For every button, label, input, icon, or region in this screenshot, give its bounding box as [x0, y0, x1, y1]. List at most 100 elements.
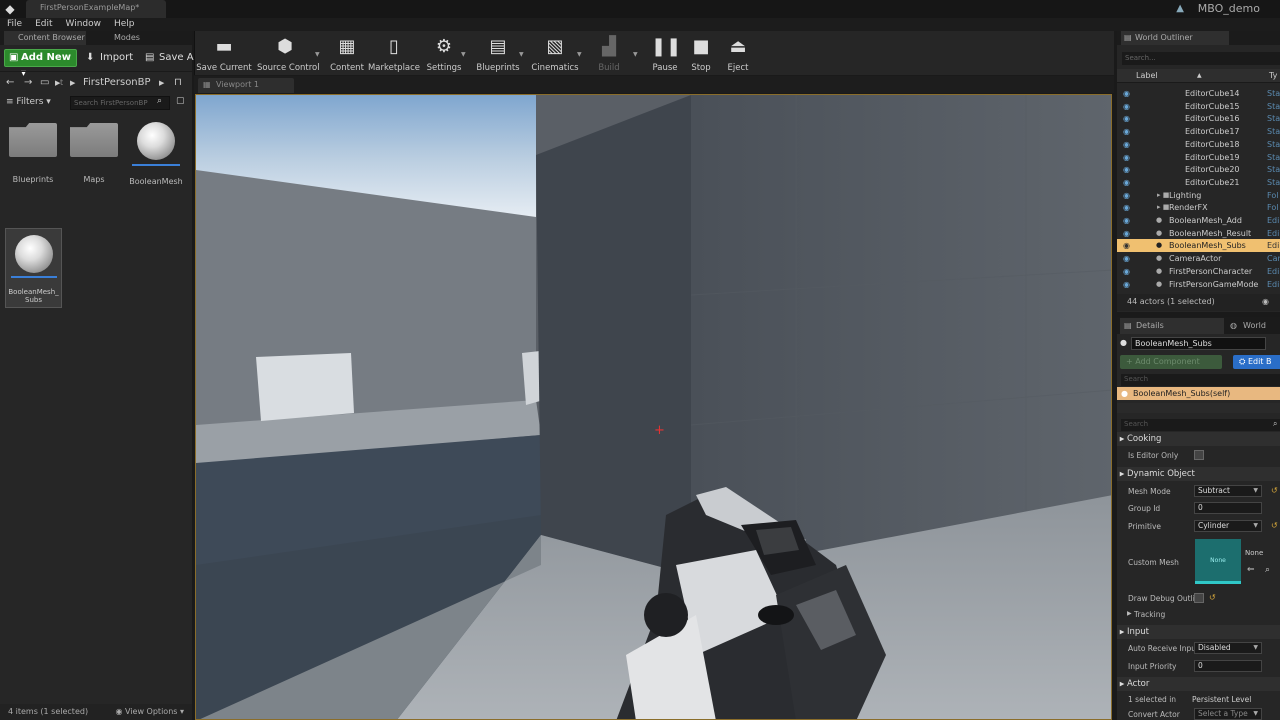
- asset-booleanmesh-subs[interactable]: BooleanMesh_Subs: [5, 228, 62, 308]
- outliner-row[interactable]: ◉ ● BooleanMesh_Add Edi: [1117, 214, 1280, 227]
- settings-dropdown-icon[interactable]: ▼: [461, 51, 466, 58]
- outliner-row[interactable]: ◉ EditorCube16 Sta: [1117, 112, 1280, 125]
- component-tree-row[interactable]: [1117, 403, 1280, 413]
- visibility-eye-icon[interactable]: ◉: [1123, 176, 1130, 189]
- eject-button[interactable]: ⏏ Eject: [710, 35, 766, 73]
- lock-icon[interactable]: ⊓: [174, 77, 182, 88]
- import-button[interactable]: ⬇ Import: [86, 49, 133, 67]
- tab-world-settings[interactable]: ◍ World Setti: [1227, 318, 1280, 346]
- visibility-eye-icon[interactable]: ◉: [1123, 125, 1130, 138]
- input-priority-input[interactable]: 0: [1194, 660, 1262, 672]
- menu-edit[interactable]: Edit: [28, 18, 58, 31]
- build-button[interactable]: ▟ Build: [581, 35, 637, 73]
- tab-content-browser[interactable]: Content Browser: [4, 31, 86, 45]
- outliner-row[interactable]: ◉ ▸ ■ RenderFX Fol: [1117, 201, 1280, 214]
- outliner-row[interactable]: ◉ EditorCube17 Sta: [1117, 125, 1280, 138]
- asset-blueprints[interactable]: Blueprints: [5, 123, 61, 184]
- reset-arrow-icon[interactable]: ↺: [1271, 521, 1278, 530]
- outliner-search-input[interactable]: Search...: [1122, 52, 1280, 65]
- menu-window[interactable]: Window: [59, 18, 108, 31]
- outliner-row[interactable]: ◉ EditorCube14 Sta: [1117, 87, 1280, 100]
- outliner-row[interactable]: ◉ ● FirstPersonCharacter Edi: [1117, 265, 1280, 278]
- section-input[interactable]: Input: [1117, 625, 1280, 639]
- component-search-input[interactable]: Search: [1121, 374, 1280, 386]
- forward-arrow-icon[interactable]: →: [24, 77, 32, 88]
- save-search-icon[interactable]: ▢: [176, 96, 185, 106]
- draw-debug-checkbox[interactable]: [1194, 593, 1204, 603]
- view-options-button[interactable]: ◉ View Options ▾: [116, 707, 185, 716]
- path-current[interactable]: FirstPersonBP: [83, 77, 151, 88]
- back-arrow-icon[interactable]: ←: [6, 77, 14, 88]
- visibility-eye-icon[interactable]: ◉: [1123, 151, 1130, 164]
- level-doc-tab[interactable]: FirstPersonExampleMap*: [26, 0, 166, 18]
- outliner-row[interactable]: ◉ ● BooleanMesh_Subs Edi: [1117, 239, 1280, 253]
- tab-world-outliner[interactable]: ▤ World Outliner: [1121, 31, 1229, 45]
- add-new-button[interactable]: ▣ Add New ▾: [4, 49, 77, 79]
- outliner-row[interactable]: ◉ ▸ ■ Lighting Fol: [1117, 189, 1280, 202]
- edit-blueprint-button[interactable]: ⛭ Edit B: [1233, 355, 1280, 369]
- group-id-input[interactable]: 0: [1194, 502, 1262, 514]
- visibility-eye-icon[interactable]: ◉: [1123, 163, 1130, 176]
- use-selected-arrow-icon[interactable]: ⇐: [1247, 565, 1255, 575]
- blueprints-dropdown-icon[interactable]: ▼: [519, 51, 524, 58]
- convert-actor-dropdown[interactable]: Select a Type: [1194, 708, 1262, 720]
- visibility-eye-icon[interactable]: ◉: [1123, 100, 1130, 113]
- asset-booleanmesh[interactable]: BooleanMesh: [128, 119, 184, 186]
- menu-help[interactable]: Help: [107, 18, 141, 31]
- outliner-row[interactable]: ◉ EditorCube15 Sta: [1117, 100, 1280, 113]
- label-column-header[interactable]: Label: [1136, 71, 1158, 80]
- visibility-eye-icon[interactable]: ◉: [1123, 138, 1130, 151]
- marketplace-button[interactable]: ▯ Marketplace: [366, 35, 422, 73]
- add-component-button[interactable]: + Add Component: [1120, 355, 1222, 369]
- filters-button[interactable]: ≡ Filters ▾: [6, 97, 51, 107]
- outliner-row[interactable]: ◉ EditorCube19 Sta: [1117, 151, 1280, 164]
- source-control-button[interactable]: ⬢ Source Control: [257, 35, 320, 73]
- reset-arrow-icon[interactable]: ↺: [1271, 486, 1278, 495]
- visibility-eye-icon[interactable]: ◉: [1123, 189, 1130, 202]
- reset-arrow-icon[interactable]: ↺: [1209, 593, 1216, 602]
- visibility-eye-icon[interactable]: ◉: [1123, 227, 1130, 240]
- viewport-tab[interactable]: ▦ Viewport 1: [198, 78, 294, 93]
- view-options-eye-icon[interactable]: ◉: [1262, 297, 1269, 306]
- actor-name-field[interactable]: BooleanMesh_Subs: [1131, 337, 1266, 350]
- visibility-eye-icon[interactable]: ◉: [1123, 201, 1130, 214]
- level-viewport[interactable]: +: [195, 94, 1112, 720]
- type-column-header[interactable]: Ty: [1269, 71, 1277, 80]
- content-search-input[interactable]: Search FirstPersonBP: [70, 96, 170, 110]
- cinematics-button[interactable]: ▧ Cinematics: [527, 35, 583, 73]
- browse-search-icon[interactable]: ⌕: [1265, 565, 1270, 575]
- primitive-dropdown[interactable]: Cylinder: [1194, 520, 1262, 532]
- visibility-eye-icon[interactable]: ◉: [1123, 265, 1130, 278]
- visibility-eye-icon[interactable]: ◉: [1123, 252, 1130, 265]
- outliner-row[interactable]: ◉ EditorCube20 Sta: [1117, 163, 1280, 176]
- save-current-button[interactable]: ▬ Save Current: [196, 35, 252, 73]
- section-cooking[interactable]: Cooking: [1117, 432, 1280, 446]
- outliner-row[interactable]: ◉ EditorCube18 Sta: [1117, 138, 1280, 151]
- mesh-mode-dropdown[interactable]: Subtract: [1194, 485, 1262, 497]
- section-dynamic-object[interactable]: Dynamic Object: [1117, 467, 1280, 481]
- visibility-eye-icon[interactable]: ◉: [1123, 239, 1130, 252]
- blueprints-button[interactable]: ▤ Blueprints: [470, 35, 526, 73]
- outliner-row[interactable]: ◉ ● BooleanMesh_Result Edi: [1117, 227, 1280, 240]
- path-root[interactable]: t: [60, 78, 63, 87]
- visibility-eye-icon[interactable]: ◉: [1123, 214, 1130, 227]
- visibility-eye-icon[interactable]: ◉: [1123, 112, 1130, 125]
- is-editor-only-checkbox[interactable]: [1194, 450, 1204, 460]
- asset-maps[interactable]: Maps: [66, 123, 122, 184]
- custom-mesh-thumbnail[interactable]: None: [1195, 539, 1241, 584]
- outliner-row[interactable]: ◉ ● FirstPersonGameMode Edi: [1117, 278, 1280, 291]
- save-all-button[interactable]: ▤ Save A: [145, 49, 194, 67]
- subsection-tracking[interactable]: ▶ Tracking: [1117, 607, 1280, 623]
- tab-details[interactable]: ▤ Details: [1120, 318, 1224, 334]
- outliner-row[interactable]: ◉ ● CameraActor Cam: [1117, 252, 1280, 265]
- section-actor[interactable]: Actor: [1117, 677, 1280, 691]
- custom-mesh-value[interactable]: None: [1245, 549, 1263, 557]
- outliner-row[interactable]: ◉ EditorCube21 Sta: [1117, 176, 1280, 189]
- details-search-input[interactable]: Search: [1121, 419, 1280, 431]
- auto-receive-dropdown[interactable]: Disabled: [1194, 642, 1262, 654]
- tab-modes[interactable]: Modes: [100, 31, 160, 45]
- visibility-eye-icon[interactable]: ◉: [1123, 87, 1130, 100]
- menu-file[interactable]: File: [0, 18, 28, 31]
- component-self-row[interactable]: ● BooleanMesh_Subs(self): [1117, 387, 1280, 400]
- visibility-eye-icon[interactable]: ◉: [1123, 278, 1130, 291]
